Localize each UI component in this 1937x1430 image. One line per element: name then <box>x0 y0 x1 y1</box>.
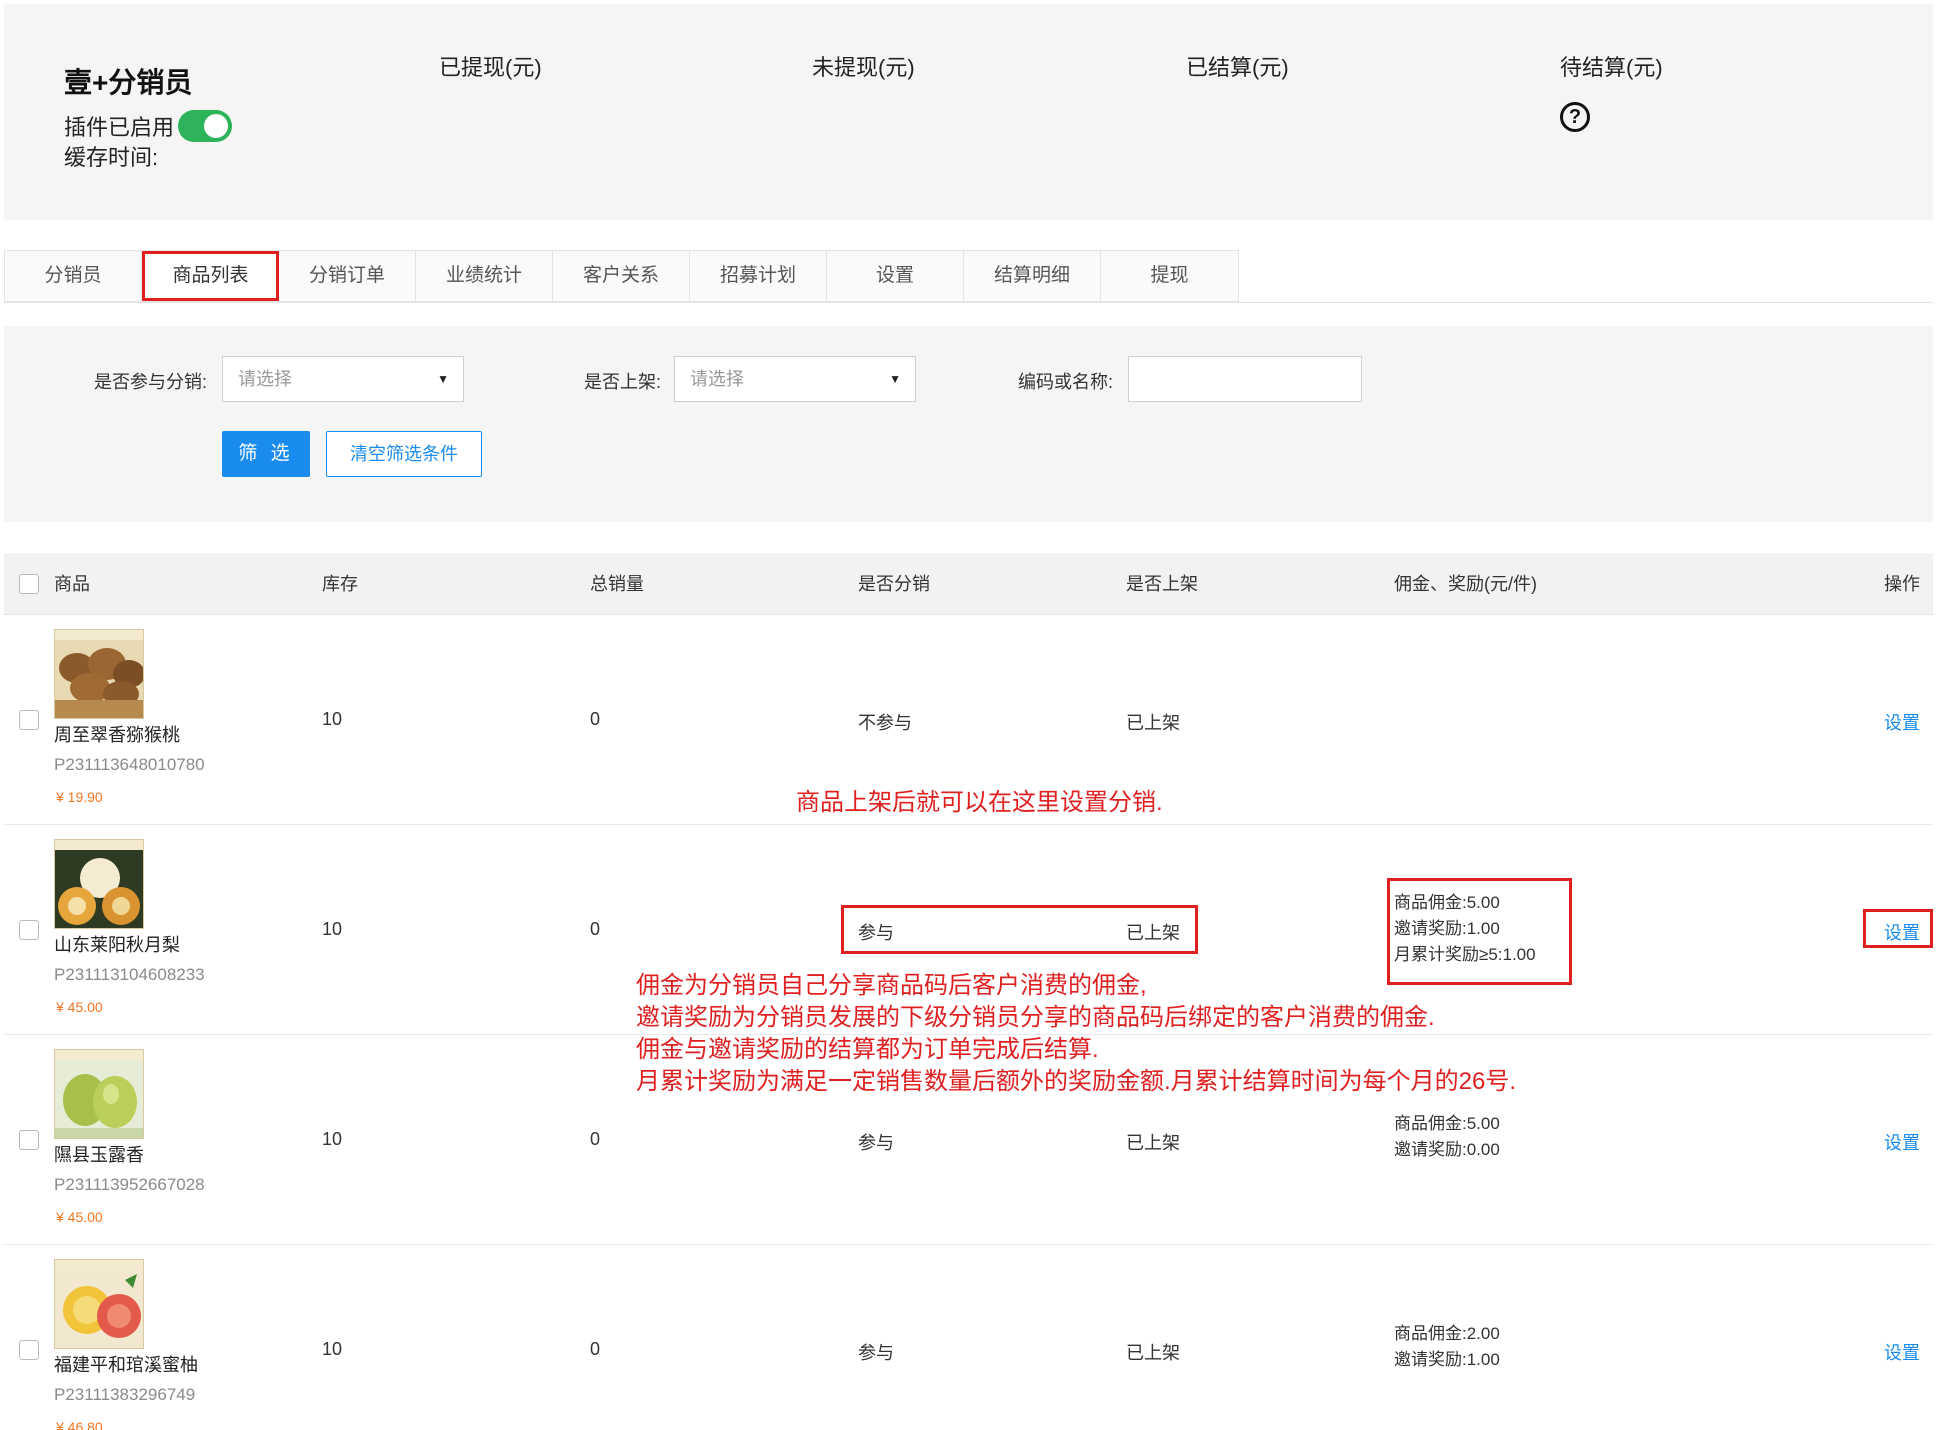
commission-line: 商品佣金:5.00 <box>1394 1114 1500 1133</box>
tab-bar: 分销员 商品列表 分销订单 业绩统计 客户关系 招募计划 设置 结算明细 提现 <box>4 250 1239 302</box>
product-image <box>54 839 144 929</box>
sales-value: 0 <box>590 1339 601 1359</box>
tab-recruitment-plan[interactable]: 招募计划 <box>690 251 827 301</box>
filter-panel: 是否参与分销: 请选择 ▼ 是否上架: 请选择 ▼ 编码或名称: 筛 选 清空筛… <box>4 326 1933 522</box>
search-label: 编码或名称: <box>1018 372 1114 392</box>
participate-status: 不参与 <box>858 713 912 733</box>
caret-down-icon: ▼ <box>437 372 449 386</box>
tab-customer-relations[interactable]: 客户关系 <box>553 251 690 301</box>
plugin-status-row: 插件已启用 <box>64 110 233 142</box>
product-code: P23111383296749 <box>54 1385 196 1404</box>
tab-distribution-orders[interactable]: 分销订单 <box>279 251 416 301</box>
invite-reward-line: 邀请奖励:0.00 <box>1394 1140 1500 1159</box>
sales-value: 0 <box>590 709 601 729</box>
product-price: ¥ 45.00 <box>56 1209 103 1225</box>
cache-time-label: 缓存时间: <box>64 145 159 170</box>
participate-select-placeholder: 请选择 <box>238 369 292 389</box>
product-price: ¥ 46.80 <box>56 1419 103 1430</box>
plugin-status-label: 插件已启用 <box>64 115 175 140</box>
product-price: ¥ 45.00 <box>56 999 103 1015</box>
plugin-enabled-toggle[interactable] <box>178 110 233 142</box>
invite-reward-line: 邀请奖励:1.00 <box>1394 1350 1500 1369</box>
listed-select[interactable]: 请选择 ▼ <box>674 356 916 402</box>
table-row: 福建平和琯溪蜜柚 P23111383296749 ¥ 46.80 10 0 参与… <box>4 1245 1933 1430</box>
clear-filter-button[interactable]: 清空筛选条件 <box>326 431 482 477</box>
col-participate: 是否分销 <box>858 574 930 594</box>
stat-settled: 已结算(元) <box>1186 55 1289 80</box>
plugin-title: 壹+分销员 <box>64 67 193 98</box>
annotation-box-settings <box>1863 909 1933 948</box>
annotation-box-participate <box>841 905 1198 954</box>
caret-down-icon: ▼ <box>889 372 901 386</box>
row-checkbox[interactable] <box>19 920 39 940</box>
settings-link[interactable]: 设置 <box>1884 1339 1920 1365</box>
sales-value: 0 <box>590 1129 601 1149</box>
annotation-note-setup: 商品上架后就可以在这里设置分销. <box>796 789 1163 816</box>
listed-select-placeholder: 请选择 <box>690 369 744 389</box>
stat-withdrawn: 已提现(元) <box>439 55 542 80</box>
col-product: 商品 <box>54 574 90 594</box>
tab-withdraw[interactable]: 提现 <box>1101 251 1238 301</box>
row-checkbox[interactable] <box>19 1130 39 1150</box>
product-name: 山东莱阳秋月梨 <box>54 935 180 955</box>
tab-performance[interactable]: 业绩统计 <box>416 251 553 301</box>
stock-value: 10 <box>322 919 343 939</box>
annotation-line: 佣金为分销员自己分享商品码后客户消费的佣金, <box>636 972 1147 999</box>
col-listed: 是否上架 <box>1126 574 1198 594</box>
product-code: P231113104608233 <box>54 965 205 984</box>
stock-value: 10 <box>322 709 343 729</box>
settings-link[interactable]: 设置 <box>1884 709 1920 735</box>
listed-status: 已上架 <box>1126 713 1180 733</box>
listed-status: 已上架 <box>1126 1343 1180 1363</box>
annotation-line: 月累计奖励为满足一定销售数量后额外的奖励金额.月累计结算时间为每个月的26号. <box>636 1068 1517 1095</box>
product-image <box>54 1259 144 1349</box>
settings-link[interactable]: 设置 <box>1884 1129 1920 1155</box>
participate-select[interactable]: 请选择 ▼ <box>222 356 464 402</box>
table-header: 商品 库存 总销量 是否分销 是否上架 佣金、奖励(元/件) 操作 <box>4 553 1933 615</box>
product-code: P231113648010780 <box>54 755 205 774</box>
product-code: P231113952667028 <box>54 1175 205 1194</box>
col-total-sales: 总销量 <box>590 574 644 594</box>
row-checkbox[interactable] <box>19 1340 39 1360</box>
participate-filter-label: 是否参与分销: <box>94 372 208 392</box>
stock-value: 10 <box>322 1129 343 1149</box>
help-icon[interactable]: ? <box>1560 102 1590 132</box>
col-commission: 佣金、奖励(元/件) <box>1394 574 1537 594</box>
commission-line: 商品佣金:2.00 <box>1394 1324 1500 1343</box>
filter-button[interactable]: 筛 选 <box>222 431 310 477</box>
listed-filter-label: 是否上架: <box>584 372 662 392</box>
stat-pending: 待结算(元) <box>1560 55 1663 80</box>
stat-not-withdrawn: 未提现(元) <box>812 55 915 80</box>
commission-info: 商品佣金:2.00 邀请奖励:1.00 <box>1394 1321 1500 1373</box>
annotation-box-commission <box>1387 878 1572 985</box>
select-all-checkbox[interactable] <box>19 574 39 594</box>
product-name: 隰县玉露香 <box>54 1145 144 1165</box>
product-name: 周至翠香猕猴桃 <box>54 725 180 745</box>
col-action: 操作 <box>1884 574 1920 594</box>
tab-distributors[interactable]: 分销员 <box>5 251 142 301</box>
product-image <box>54 629 144 719</box>
stock-value: 10 <box>322 1339 343 1359</box>
commission-info: 商品佣金:5.00 邀请奖励:0.00 <box>1394 1111 1500 1163</box>
product-image <box>54 1049 144 1139</box>
row-checkbox[interactable] <box>19 710 39 730</box>
tab-settings[interactable]: 设置 <box>827 251 964 301</box>
search-input[interactable] <box>1128 356 1362 402</box>
listed-status: 已上架 <box>1126 1133 1180 1153</box>
tab-divider <box>4 302 1933 303</box>
sales-value: 0 <box>590 919 601 939</box>
tab-product-list[interactable]: 商品列表 <box>142 251 279 301</box>
annotation-line: 佣金与邀请奖励的结算都为订单完成后结算. <box>636 1036 1099 1063</box>
col-stock: 库存 <box>322 574 358 594</box>
participate-status: 参与 <box>858 1133 894 1153</box>
stats-header: 壹+分销员 插件已启用 缓存时间: 已提现(元) 未提现(元) 已结算(元) 待… <box>4 4 1933 220</box>
product-name: 福建平和琯溪蜜柚 <box>54 1355 198 1375</box>
annotation-line: 邀请奖励为分销员发展的下级分销员分享的商品码后绑定的客户消费的佣金. <box>636 1004 1435 1031</box>
participate-status: 参与 <box>858 1343 894 1363</box>
tab-settlement-details[interactable]: 结算明细 <box>964 251 1101 301</box>
annotation-note-explanation: 佣金为分销员自己分享商品码后客户消费的佣金, 邀请奖励为分销员发展的下级分销员分… <box>636 970 1516 1098</box>
product-price: ¥ 19.90 <box>56 789 103 805</box>
